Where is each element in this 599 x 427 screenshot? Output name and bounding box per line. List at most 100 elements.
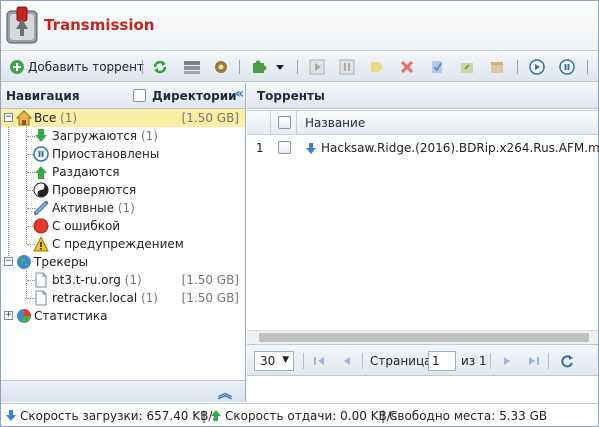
chevron-down-icon <box>276 65 284 70</box>
server-button[interactable] <box>181 57 203 77</box>
warning-icon <box>33 236 49 252</box>
tree-item-seeding[interactable]: Раздаются <box>1 163 245 181</box>
gear-icon <box>215 61 227 73</box>
pagination-bar: 30 ▼ Страница 1 из 1 <box>247 344 598 376</box>
next-page-icon[interactable] <box>501 355 513 367</box>
recheck-button[interactable] <box>427 57 447 77</box>
puzzle-icon <box>253 60 267 73</box>
torrents-header: Торренты <box>247 83 598 109</box>
torrents-grid-header: Название <box>247 110 598 135</box>
settings-button[interactable] <box>211 57 231 77</box>
add-torrent-button[interactable]: Добавить торрент <box>9 57 144 77</box>
home-icon <box>16 110 32 126</box>
navigation-panel: Навигация Директории « − Все (1) [1.50 G… <box>1 83 246 402</box>
tree-item-downloading[interactable]: Загружаются (1) <box>1 127 245 145</box>
torrents-panel: Торренты Название 1 Hacksaw.Ridge.(2016)… <box>247 83 599 402</box>
pager-separator <box>362 353 363 369</box>
tree-label-error: С ошибкой <box>52 219 121 233</box>
torrent-name: Hacksaw.Ridge.(2016).BDRip.x264.Rus.AFM.… <box>321 141 599 155</box>
expand-up-icon[interactable]: ︽ <box>218 383 232 403</box>
plugins-dropdown[interactable] <box>273 57 287 77</box>
label-button[interactable] <box>367 57 387 77</box>
refresh-button[interactable] <box>151 57 169 77</box>
collapse-toggle[interactable]: − <box>4 257 13 266</box>
scrollbar-thumb[interactable] <box>259 333 589 342</box>
pause-all-button[interactable] <box>557 57 577 77</box>
tree-item-error[interactable]: С ошибкой <box>1 217 245 235</box>
tree-item-stats[interactable]: + Статистика <box>1 307 245 325</box>
tree-item-warning[interactable]: С предупреждением <box>1 235 245 253</box>
tree-item-tracker[interactable]: bt3.t-ru.org (1) [1.50 GB] <box>1 271 245 289</box>
tree-item-active[interactable]: Активные (1) <box>1 199 245 217</box>
upload-arrow-icon <box>211 410 221 421</box>
page-size-select[interactable]: 30 ▼ <box>254 351 294 371</box>
start-all-button[interactable] <box>527 57 547 77</box>
collapse-left-icon[interactable]: « <box>235 86 244 102</box>
status-bar: Скорость загрузки: 657.40 KB/s | Скорост… <box>1 403 598 426</box>
pause-button[interactable] <box>337 57 357 77</box>
last-page-icon[interactable] <box>528 355 540 367</box>
prev-page-icon[interactable] <box>341 355 353 367</box>
tree-count-tracker2: (1) <box>140 291 158 305</box>
navigation-header: Навигация Директории « <box>1 83 245 109</box>
download-arrow-icon <box>35 129 47 142</box>
navigation-footer: ︽ <box>1 380 245 402</box>
pager-separator <box>490 353 491 369</box>
status-separator: | <box>202 409 207 423</box>
select-all-checkbox[interactable] <box>278 116 291 129</box>
collapse-toggle[interactable]: − <box>4 113 13 122</box>
tree-label-stats: Статистика <box>34 309 108 323</box>
pager-separator <box>303 353 304 369</box>
tree-count-all: (1) <box>60 111 78 125</box>
torrents-title: Торренты <box>257 89 325 103</box>
archive-button[interactable] <box>487 57 507 77</box>
box-icon <box>491 62 503 73</box>
pie-chart-icon <box>17 309 31 323</box>
document-icon <box>35 272 47 288</box>
recheck-icon <box>432 61 442 73</box>
tree-label-checking: Проверяются <box>52 183 137 197</box>
toolbar-separator <box>587 60 588 74</box>
add-torrent-label: Добавить торрент <box>28 60 145 74</box>
row-checkbox[interactable] <box>278 141 291 154</box>
toolbar-separator <box>239 60 240 74</box>
plus-icon <box>10 60 24 74</box>
plugins-button[interactable] <box>249 57 269 77</box>
pause-icon <box>339 59 355 75</box>
expand-toggle[interactable]: + <box>4 311 13 320</box>
tree-size-tracker2: [1.50 GB] <box>181 291 239 305</box>
tree-label-seeding: Раздаются <box>52 165 120 179</box>
navigation-title: Навигация <box>6 89 80 103</box>
chevron-down-icon: ▼ <box>282 355 289 365</box>
refresh-icon <box>153 60 167 74</box>
free-space: Свободно места: 5.33 GB <box>389 409 548 423</box>
move-button[interactable] <box>457 57 477 77</box>
page-number-input[interactable]: 1 <box>428 351 456 371</box>
remove-button[interactable] <box>397 57 417 77</box>
play-icon <box>309 59 325 75</box>
first-page-icon[interactable] <box>313 355 325 367</box>
download-speed: Скорость загрузки: 657.40 KB/s <box>20 409 219 423</box>
directories-checkbox[interactable] <box>133 89 146 102</box>
start-button[interactable] <box>307 57 327 77</box>
tree-label-warning: С предупреждением <box>52 237 184 251</box>
tree-item-paused[interactable]: Приостановлены <box>1 145 245 163</box>
tree-item-trackers[interactable]: − Трекеры <box>1 253 245 271</box>
page-count-label: из 1 <box>461 354 487 368</box>
table-row[interactable]: 1 Hacksaw.Ridge.(2016).BDRip.x264.Rus.AF… <box>247 136 599 160</box>
toolbar-separator <box>297 60 298 74</box>
title-bar: Transmission <box>1 1 598 51</box>
toolbar: Добавить торрент <box>1 52 598 82</box>
error-icon <box>33 218 49 234</box>
tree-item-all[interactable]: − Все (1) [1.50 GB] <box>1 109 245 127</box>
column-header-name[interactable]: Название <box>305 116 365 130</box>
page-label: Страница <box>370 354 432 368</box>
page-size-value: 30 <box>260 354 276 368</box>
tree-item-tracker[interactable]: retracker.local (1) [1.50 GB] <box>1 289 245 307</box>
refresh-icon[interactable] <box>560 354 574 368</box>
tree-size-tracker1: [1.50 GB] <box>181 273 239 287</box>
tree-size-all: [1.50 GB] <box>181 111 239 125</box>
tree-item-checking[interactable]: Проверяются <box>1 181 245 199</box>
upload-arrow-icon <box>35 166 47 179</box>
horizontal-scrollbar[interactable] <box>247 330 598 344</box>
